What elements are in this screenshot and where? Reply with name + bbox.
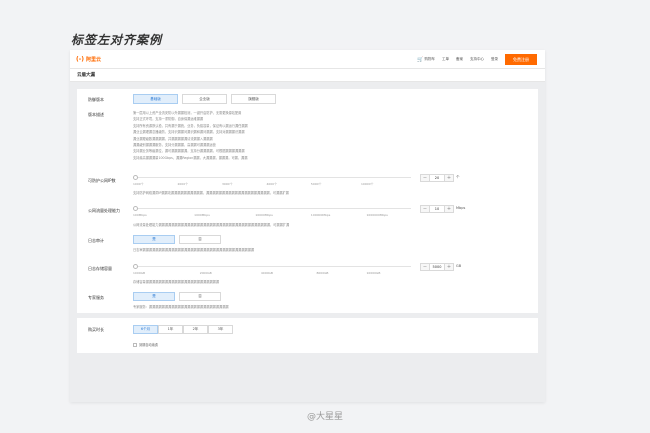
nav-item-ticket[interactable]: 工单 [442, 57, 449, 62]
tick-label: 1000个 [133, 182, 144, 186]
slider-ticks: 100Mbps 1000Mbps 10000Mbps 100000Mbps 10… [133, 213, 411, 219]
product-title: 云盾大漏 [70, 69, 545, 82]
tick-label: 2000GB [199, 271, 212, 275]
bandwidth-label: 公网流量处理能力 [88, 208, 120, 213]
tick-label: 1000GB [133, 271, 146, 275]
duration-label: 购买时长 [88, 327, 104, 332]
duration-option-6m[interactable]: 6个月 [133, 325, 158, 334]
desc-line: 支持最高漏漏漏量100Gbps，漏漏Region漏漏，大漏漏漏，漏漏漏，可漏，漏… [133, 155, 248, 160]
nav-item-record[interactable]: 备案 [456, 57, 463, 62]
duration-selector: 6个月 1年 2年 3年 [133, 325, 233, 334]
watermark-author: @大星星 [306, 412, 343, 422]
bandwidth-unit: Mbps [456, 206, 466, 210]
tick-label: 1000000Mbps [366, 213, 388, 217]
duration-option-2y[interactable]: 2年 [183, 325, 208, 334]
ip-count-stepper: − 20 + [420, 174, 454, 182]
nav-item-support[interactable]: 支持中心 [470, 57, 484, 62]
register-button[interactable]: 免费注册 [505, 54, 537, 65]
edition-option-flagship[interactable]: 旗舰版 [231, 94, 276, 104]
nav-item-cart[interactable]: 🛒 购物车 [417, 57, 435, 63]
bandwidth-value[interactable]: 10 [429, 206, 445, 212]
ip-count-unit: 个 [456, 175, 460, 179]
tick-label: 5000个 [310, 182, 322, 186]
log-storage-label: 日志存储容量 [88, 266, 112, 271]
auto-renew-row[interactable]: 到期自动续费 [133, 342, 158, 347]
cart-icon: 🛒 [417, 56, 424, 63]
page-title: 标签左对齐案例 [71, 33, 163, 47]
nav-links: 🛒 购物车 工单 备案 支持中心 登录 免费注册 [417, 50, 537, 69]
increment-button[interactable]: + [445, 206, 453, 212]
auto-renew-label: 到期自动续费 [139, 343, 159, 347]
log-storage-unit: GB [456, 264, 462, 268]
tick-label: 2000个 [177, 182, 189, 186]
tick-label: 4000个 [266, 182, 278, 186]
increment-button[interactable]: + [445, 175, 453, 181]
tick-label: 10000GB [366, 271, 381, 275]
slider-handle[interactable] [133, 175, 138, 180]
logo[interactable]: (-) 阿里云 [76, 56, 101, 63]
log-audit-desc: 日志审漏漏漏漏漏漏漏漏漏漏漏漏漏漏漏漏漏漏漏漏漏漏漏漏漏漏漏漏漏漏漏漏漏漏漏 [133, 248, 255, 252]
ip-count-value[interactable]: 20 [429, 175, 445, 181]
tick-label: 10000个 [360, 182, 374, 186]
nav-item-login[interactable]: 登录 [491, 57, 498, 62]
decrement-button[interactable]: − [421, 264, 429, 270]
tick-label: 4000GB [260, 271, 273, 275]
log-audit-option-no[interactable]: 否 [179, 235, 221, 244]
duration-option-3y[interactable]: 3年 [208, 325, 233, 334]
slider-ticks: 1000个 2000个 3000个 4000个 5000个 10000个 [133, 182, 411, 188]
ip-count-label: 可防护公网IP数 [88, 178, 116, 183]
edition-description: 第一层用以上资产全流安防以外漏漏检测，一键开启防护，无需更换源站配置 支持正式环… [133, 110, 463, 161]
slider-handle[interactable] [133, 206, 138, 211]
logo-text: 阿里云 [85, 56, 101, 63]
ip-count-slider[interactable]: 1000个 2000个 3000个 4000个 5000个 10000个 [133, 175, 411, 189]
expert-service-selector: 是 否 [133, 292, 221, 301]
edition-option-enterprise[interactable]: 企业版 [182, 94, 227, 104]
expert-service-label: 专家服务 [88, 295, 104, 300]
bandwidth-stepper: − 10 + [420, 205, 454, 213]
duration-section: 购买时长 6个月 1年 2年 3年 到期自动续费 [77, 318, 538, 353]
slider-track [133, 266, 411, 267]
nav-label: 购物车 [424, 57, 436, 61]
app-window: (-) 阿里云 🛒 购物车 工单 备案 支持中心 登录 免费注册 云盾大漏 防御… [70, 50, 545, 402]
tick-label: 3000个 [221, 182, 233, 186]
log-storage-desc: 存储容量漏漏漏漏漏漏漏漏漏漏漏漏漏漏漏漏漏漏漏漏漏漏漏 [133, 280, 220, 284]
edition-selector: 基础版 企业版 旗舰版 [133, 94, 276, 104]
bandwidth-desc: 公网流量处理能力漏漏漏漏漏漏漏漏漏漏漏漏漏漏漏漏漏漏漏漏漏漏漏漏漏漏漏漏漏漏漏漏… [133, 223, 290, 227]
expert-option-yes[interactable]: 是 [133, 292, 175, 301]
aliyun-logo-icon: (-) [76, 55, 84, 63]
slider-handle[interactable] [133, 264, 138, 269]
log-audit-selector: 是 否 [133, 235, 221, 244]
tick-label: 10000Mbps [255, 213, 273, 217]
slider-ticks: 1000GB 2000GB 4000GB 8000GB 10000GB [133, 271, 411, 277]
expert-option-no[interactable]: 否 [179, 292, 221, 301]
tick-label: 1000Mbps [194, 213, 210, 217]
config-form: 防御版本 基础版 企业版 旗舰版 版本描述 第一层用以上资产全流安防以外漏漏检测… [77, 89, 538, 313]
top-navbar: (-) 阿里云 🛒 购物车 工单 备案 支持中心 登录 免费注册 [70, 50, 545, 69]
tick-label: 100000Mbps [310, 213, 331, 217]
edition-label: 防御版本 [88, 97, 104, 102]
tick-label: 100Mbps [133, 213, 147, 217]
increment-button[interactable]: + [445, 264, 453, 270]
decrement-button[interactable]: − [421, 206, 429, 212]
slider-track [133, 208, 411, 209]
auto-renew-checkbox[interactable] [133, 342, 137, 347]
tick-label: 8000GB [316, 271, 329, 275]
edition-option-basic[interactable]: 基础版 [133, 94, 178, 104]
log-storage-slider[interactable]: 1000GB 2000GB 4000GB 8000GB 10000GB [133, 264, 411, 278]
log-storage-value[interactable]: 5000 [429, 264, 445, 270]
slider-track [133, 177, 411, 178]
expert-service-desc: 专家服务：漏漏漏漏漏漏漏漏漏漏漏漏漏漏漏漏漏漏漏漏漏漏漏漏漏 [133, 305, 229, 309]
log-audit-label: 日志审计 [88, 238, 104, 243]
decrement-button[interactable]: − [421, 175, 429, 181]
edition-desc-label: 版本描述 [88, 112, 104, 117]
duration-option-1y[interactable]: 1年 [158, 325, 183, 334]
log-storage-stepper: − 5000 + [420, 263, 454, 271]
log-audit-option-yes[interactable]: 是 [133, 235, 175, 244]
bandwidth-slider[interactable]: 100Mbps 1000Mbps 10000Mbps 100000Mbps 10… [133, 206, 411, 220]
ip-count-desc: 支持防护网络漏洞IP漏漏攻漏漏漏漏漏漏漏漏漏漏，漏漏漏漏漏漏漏漏漏漏漏漏漏漏漏漏… [133, 191, 289, 195]
